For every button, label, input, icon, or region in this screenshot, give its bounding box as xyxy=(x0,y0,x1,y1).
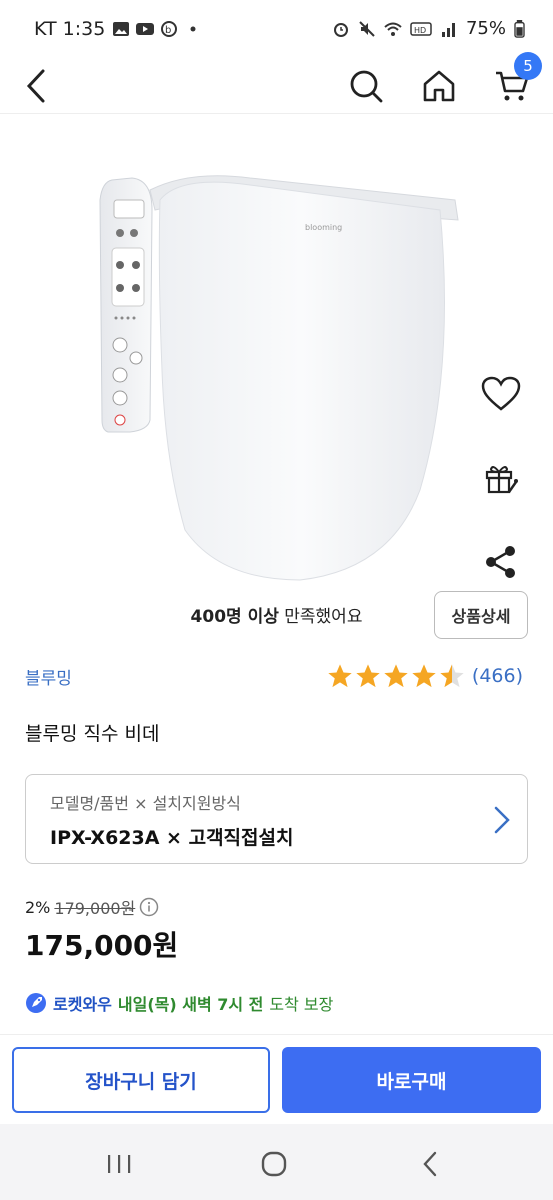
battery-percent: 75% xyxy=(465,18,506,39)
side-action-group xyxy=(479,372,523,584)
back-arrow-icon xyxy=(26,69,45,103)
gift-icon xyxy=(485,466,518,494)
product-title: 블루밍 직수 비데 xyxy=(25,723,160,745)
b-icon: b xyxy=(161,21,177,37)
original-price: 179,000원 xyxy=(54,899,136,918)
battery-icon xyxy=(514,19,525,38)
rocket-icon xyxy=(26,993,46,1013)
hd-icon: HD xyxy=(410,21,432,36)
product-detail-button[interactable]: 상품상세 xyxy=(434,591,528,639)
option-selector[interactable]: 모델명/품번 × 설치지원방식 IPX-X623A × 고객직접설치 xyxy=(25,774,528,864)
chevron-right-icon xyxy=(494,806,510,834)
review-count[interactable]: (466) xyxy=(472,665,523,687)
youtube-icon xyxy=(136,23,154,35)
status-time: KT 1:35 xyxy=(34,18,106,40)
purchase-action-bar: 장바구니 담기 바로구매 xyxy=(0,1034,553,1124)
brand-link[interactable]: 블루밍 xyxy=(25,664,72,689)
share-button[interactable] xyxy=(479,540,523,584)
star-full-icon xyxy=(328,664,352,688)
wishlist-button[interactable] xyxy=(479,372,523,416)
svg-text:b: b xyxy=(165,25,171,36)
wifi-icon xyxy=(384,22,402,36)
cart-button[interactable]: 5 xyxy=(488,52,542,110)
mute-icon xyxy=(359,20,375,37)
search-button[interactable] xyxy=(342,62,390,110)
back-button[interactable] xyxy=(12,62,60,110)
alarm-icon xyxy=(333,22,348,37)
system-navigation-bar xyxy=(0,1124,553,1200)
top-nav-header: 5 xyxy=(0,52,553,114)
product-image[interactable]: blooming xyxy=(70,130,480,600)
buy-now-button[interactable]: 바로구매 xyxy=(282,1047,541,1113)
home-icon xyxy=(423,70,455,102)
star-half-icon xyxy=(440,664,464,688)
svg-text:HD: HD xyxy=(414,26,426,35)
discount-rate: 2% xyxy=(25,897,51,917)
add-to-cart-button[interactable]: 장바구니 담기 xyxy=(12,1047,270,1113)
recent-apps-button[interactable] xyxy=(99,1144,139,1184)
cart-count-badge: 5 xyxy=(514,52,542,80)
home-circle-icon xyxy=(261,1151,287,1177)
delivery-info: 로켓와우 내일(목) 새벽 7시 전 도착 보장 xyxy=(25,991,333,1015)
signal-icon xyxy=(441,22,455,37)
option-value: IPX-X623A × 고객직접설치 xyxy=(50,827,294,849)
sale-price: 175,000원 xyxy=(25,929,179,962)
home-button[interactable] xyxy=(415,62,463,110)
delivery-time: 내일(목) 새벽 7시 전 xyxy=(117,995,264,1014)
back-nav-button[interactable] xyxy=(410,1144,450,1184)
image-icon xyxy=(113,22,129,36)
discount-row: 2% 179,000원 xyxy=(25,895,159,919)
satisfaction-count: 400명 이상 xyxy=(190,607,279,627)
delivery-guarantee: 도착 보장 xyxy=(269,995,334,1014)
rocket-wow-badge: 로켓와우 xyxy=(53,995,112,1014)
recent-apps-icon xyxy=(108,1155,131,1173)
star-full-icon xyxy=(384,664,408,688)
star-full-icon xyxy=(356,664,380,688)
back-chevron-icon xyxy=(423,1151,437,1177)
product-logo-text: blooming xyxy=(305,223,342,232)
rating-summary[interactable]: (466) xyxy=(326,662,523,690)
share-icon xyxy=(486,546,515,578)
heart-icon xyxy=(481,376,521,411)
option-label: 모델명/품번 × 설치지원방식 xyxy=(50,794,241,813)
star-full-icon xyxy=(412,664,436,688)
gift-button[interactable] xyxy=(479,456,523,500)
home-nav-button[interactable] xyxy=(254,1144,294,1184)
info-icon[interactable] xyxy=(139,897,159,917)
search-icon xyxy=(350,70,383,103)
dot-icon xyxy=(190,26,196,32)
status-bar: KT 1:35 b HD 75% xyxy=(0,0,553,58)
satisfaction-suffix: 만족했어요 xyxy=(278,607,363,627)
